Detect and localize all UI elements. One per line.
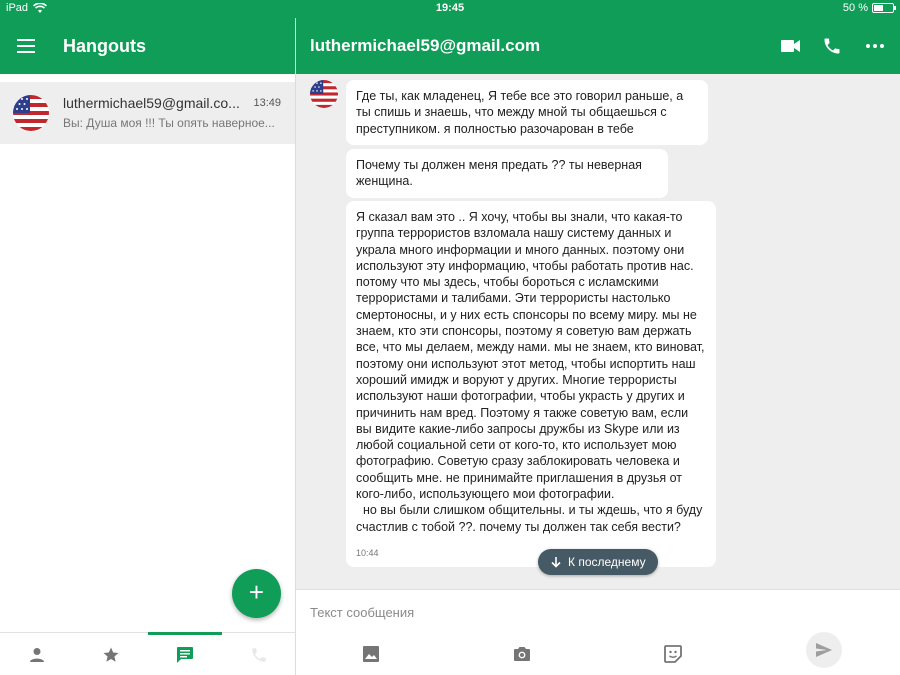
- message-bubble[interactable]: Я сказал вам это .. Я хочу, чтобы вы зна…: [346, 201, 716, 567]
- send-icon: [816, 643, 832, 657]
- contacts-icon: [30, 647, 44, 662]
- message-text: Я сказал вам это .. Я хочу, чтобы вы зна…: [356, 210, 705, 534]
- more-icon[interactable]: [866, 44, 884, 48]
- message-input[interactable]: [310, 601, 790, 623]
- new-conversation-button[interactable]: +: [232, 569, 281, 618]
- arrow-down-icon: [551, 557, 561, 568]
- messages-icon: [177, 646, 193, 663]
- status-bar: iPad 19:45 50 %: [0, 0, 900, 18]
- sticker-icon[interactable]: [663, 644, 683, 664]
- conversation-time: 13:49: [253, 97, 281, 109]
- battery-percent: 50 %: [842, 2, 868, 14]
- avatar: [13, 95, 49, 131]
- jump-to-latest-label: К последнему: [568, 555, 646, 569]
- message-composer: [296, 589, 900, 675]
- contact-avatar: [310, 80, 338, 108]
- status-right: 50 %: [842, 2, 896, 14]
- chat-contact-name: luthermichael59@gmail.com: [310, 36, 541, 55]
- us-flag-avatar-icon: [310, 80, 338, 108]
- message-text: Почему ты должен меня предать ?? ты неве…: [356, 158, 642, 189]
- plus-icon: +: [248, 577, 265, 607]
- video-call-icon[interactable]: [779, 36, 803, 56]
- conversation-name: luthermichael59@gmail.co...: [63, 95, 240, 111]
- conversation-snippet: Вы: Душа моя !!! Ты опять наверное...: [63, 116, 275, 130]
- tab-contacts[interactable]: [0, 633, 74, 675]
- jump-to-latest-button[interactable]: К последнему: [538, 549, 658, 575]
- bottom-nav: [0, 632, 295, 675]
- hangouts-screen: iPad 19:45 50 % Hangouts luthermichael59…: [0, 0, 900, 675]
- tab-favorites[interactable]: [74, 633, 148, 675]
- message-text: Где ты, как младенец, Я тебе все это гов…: [356, 89, 684, 136]
- favorites-icon: [103, 647, 119, 662]
- status-time: 19:45: [435, 2, 465, 14]
- message-time: 10:44: [356, 547, 379, 558]
- tab-messages[interactable]: [148, 632, 222, 675]
- app-header: Hangouts: [0, 18, 295, 74]
- active-tab-indicator: [148, 632, 222, 635]
- message-bubble[interactable]: Где ты, как младенец, Я тебе все это гов…: [346, 80, 708, 145]
- image-icon[interactable]: [361, 644, 381, 664]
- chat-area[interactable]: Где ты, как младенец, Я тебе все это гов…: [296, 74, 900, 589]
- phone-icon[interactable]: [820, 36, 844, 56]
- app-title: Hangouts: [63, 36, 146, 56]
- calls-icon: [252, 647, 266, 662]
- conversation-item[interactable]: luthermichael59@gmail.co... 13:49 Вы: Ду…: [0, 82, 295, 144]
- camera-icon[interactable]: [512, 644, 532, 664]
- chat-header: luthermichael59@gmail.com: [296, 18, 900, 74]
- battery-icon: [872, 3, 896, 13]
- tab-calls[interactable]: [222, 633, 296, 675]
- menu-icon[interactable]: [17, 39, 35, 53]
- message-bubble[interactable]: Почему ты должен меня предать ?? ты неве…: [346, 149, 668, 198]
- send-button[interactable]: [806, 632, 842, 668]
- us-flag-avatar-icon: [13, 95, 49, 131]
